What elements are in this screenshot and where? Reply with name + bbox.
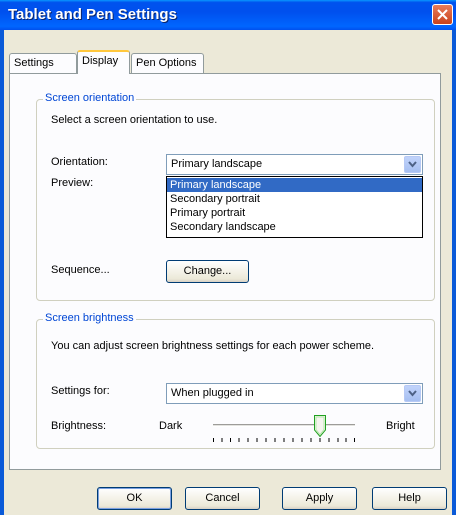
close-button[interactable] bbox=[432, 4, 453, 25]
power-scheme-select-value: When plugged in bbox=[171, 387, 254, 399]
orientation-select-value: Primary landscape bbox=[171, 158, 263, 170]
brightness-label: Brightness: bbox=[51, 420, 107, 432]
orientation-dropdown-list[interactable]: Primary landscape Secondary portrait Pri… bbox=[166, 176, 423, 238]
chevron-down-icon[interactable] bbox=[404, 156, 421, 173]
window-title: Tablet and Pen Settings bbox=[8, 6, 177, 23]
orientation-description: Select a screen orientation to use. bbox=[51, 114, 218, 126]
orientation-option[interactable]: Primary portrait bbox=[167, 206, 422, 220]
brightness-slider-track[interactable] bbox=[213, 424, 355, 427]
brightness-description: You can adjust screen brightness setting… bbox=[51, 340, 375, 352]
brightness-dark-label: Dark bbox=[159, 420, 183, 432]
chevron-down-icon[interactable] bbox=[404, 385, 421, 402]
cancel-button[interactable]: Cancel bbox=[185, 487, 260, 510]
ok-button[interactable]: OK bbox=[97, 487, 172, 510]
title-bar[interactable]: Tablet and Pen Settings bbox=[0, 0, 456, 30]
tab-display[interactable]: Display bbox=[77, 50, 130, 74]
screen-brightness-group-label: Screen brightness bbox=[43, 312, 136, 324]
orientation-label: Orientation: bbox=[51, 156, 108, 168]
screen-orientation-group-label: Screen orientation bbox=[43, 92, 137, 104]
sequence-label: Sequence... bbox=[51, 264, 110, 276]
power-scheme-select[interactable]: When plugged in bbox=[166, 383, 423, 404]
apply-button[interactable]: Apply bbox=[282, 487, 357, 510]
settings-for-label: Settings for: bbox=[51, 385, 110, 397]
preview-label: Preview: bbox=[51, 177, 94, 189]
brightness-bright-label: Bright bbox=[386, 420, 415, 432]
orientation-option[interactable]: Primary landscape bbox=[167, 178, 422, 192]
brightness-slider-thumb[interactable] bbox=[313, 415, 326, 437]
orientation-option[interactable]: Secondary landscape bbox=[167, 220, 422, 234]
tab-pen-options[interactable]: Pen Options bbox=[131, 53, 204, 73]
tab-settings[interactable]: Settings bbox=[9, 53, 77, 73]
change-sequence-button[interactable]: Change... bbox=[166, 260, 249, 283]
help-button[interactable]: Help bbox=[372, 487, 447, 510]
orientation-select[interactable]: Primary landscape bbox=[166, 154, 423, 175]
brightness-slider-ticks bbox=[213, 438, 355, 442]
orientation-option[interactable]: Secondary portrait bbox=[167, 192, 422, 206]
